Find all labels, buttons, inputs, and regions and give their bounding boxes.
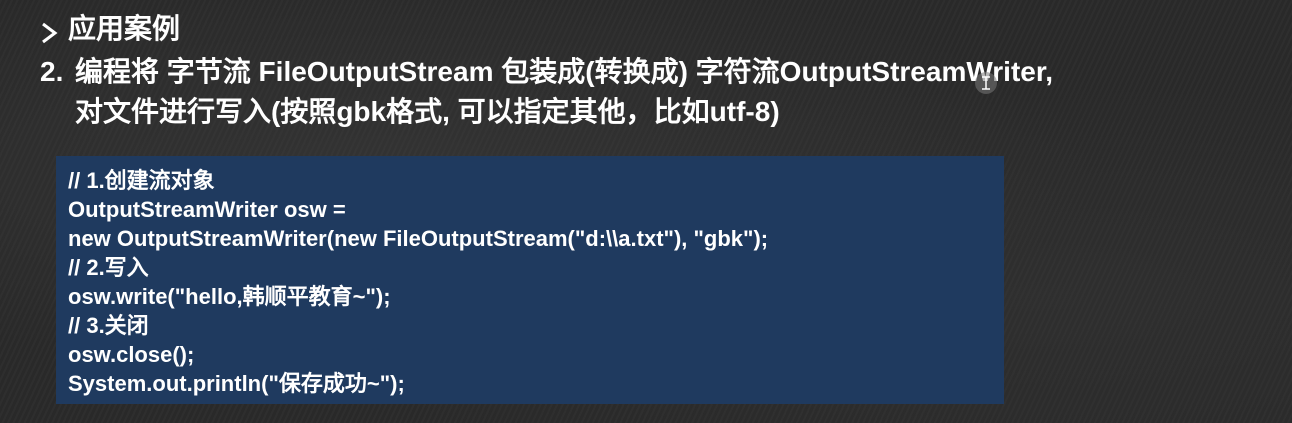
code-line: osw.close(); [68,342,195,367]
code-line: OutputStreamWriter osw = [68,197,346,222]
code-line: new OutputStreamWriter(new FileOutputStr… [68,226,769,251]
section-heading-label: 应用案例 [68,13,181,44]
code-block: // 1.创建流对象 OutputStreamWriter osw = new … [56,156,1004,404]
code-line: System.out.println("保存成功~"); [68,371,405,396]
text-cursor-icon [975,72,997,94]
numbered-item: 2. 编程将 字节流 FileOutputStream 包装成(转换成) 字符流… [40,52,1053,132]
item-number: 2. [40,56,64,87]
code-line: // 2.写入 [68,255,149,280]
arrow-bullet-icon [40,18,58,44]
code-line: osw.write("hello,韩顺平教育~"); [68,284,391,309]
item-text-line2: 对文件进行写入(按照gbk格式, 可以指定其他，比如utf-8) [75,96,780,127]
code-line: // 3.关闭 [68,313,149,338]
slide: 应用案例 2. 编程将 字节流 FileOutputStream 包装成(转换成… [0,0,1292,423]
section-heading: 应用案例 [40,12,180,46]
item-text-line1: 编程将 字节流 FileOutputStream 包装成(转换成) 字符流Out… [75,56,1053,87]
code-line: // 1.创建流对象 [68,168,215,193]
